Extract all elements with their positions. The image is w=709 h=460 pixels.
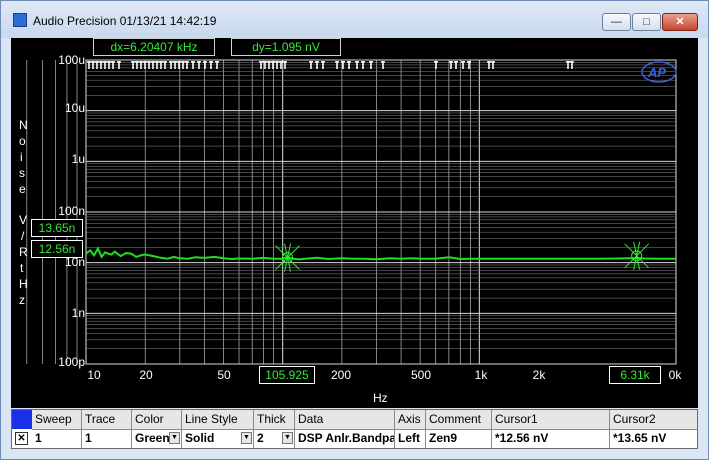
graph-area[interactable]: AP dx=6.20407 kHz dy=1.095 nV N o i s e … bbox=[11, 38, 698, 408]
y-tick-label: 1n bbox=[71, 306, 85, 320]
x-tick-label: 0k bbox=[668, 368, 682, 382]
trace-enable-checkbox[interactable]: ✕ bbox=[15, 432, 28, 445]
x-tick-label: 1k bbox=[474, 368, 488, 382]
minimize-button[interactable]: — bbox=[602, 13, 631, 31]
cell-trace[interactable]: 1 bbox=[82, 430, 132, 448]
y-axis-label-N: N bbox=[19, 118, 28, 132]
cell-axis[interactable]: Left bbox=[395, 430, 426, 448]
header-color[interactable]: Color bbox=[132, 410, 182, 430]
y-axis-label-z: z bbox=[19, 293, 25, 307]
x-axis-label: Hz bbox=[373, 391, 388, 405]
cell-comment[interactable]: Zen9 bbox=[426, 430, 492, 448]
title-bar[interactable]: Audio Precision 01/13/21 14:42:19 — □ ✕ bbox=[1, 1, 708, 38]
cell-cursor2[interactable]: *13.65 nV bbox=[610, 430, 697, 448]
y-axis-label-o: o bbox=[19, 134, 26, 148]
header-color-swatch bbox=[12, 410, 33, 429]
x-tick-label: 200 bbox=[330, 368, 352, 382]
header-axis[interactable]: Axis bbox=[395, 410, 426, 430]
window-title: Audio Precision 01/13/21 14:42:19 bbox=[33, 14, 217, 28]
x-tick-label: 2k bbox=[532, 368, 546, 382]
x-tick-label: 10 bbox=[87, 368, 101, 382]
cursor1-x-readout[interactable]: 105.925 bbox=[259, 366, 315, 384]
minimize-icon: — bbox=[611, 16, 622, 28]
cell-data[interactable]: DSP Anlr.Bandpa bbox=[295, 430, 395, 448]
close-button[interactable]: ✕ bbox=[662, 13, 698, 31]
dx-readout: dx=6.20407 kHz bbox=[93, 38, 215, 56]
cell-line-style-value: Solid bbox=[185, 431, 215, 445]
y-axis-label-s: s bbox=[19, 166, 25, 180]
app-window: Audio Precision 01/13/21 14:42:19 — □ ✕ … bbox=[0, 0, 709, 460]
x-tick-label: 500 bbox=[410, 368, 432, 382]
chevron-down-icon[interactable]: ▼ bbox=[282, 432, 293, 444]
header-cursor2[interactable]: Cursor2 bbox=[610, 410, 697, 430]
cursor1-y-readout[interactable]: 12.56n bbox=[31, 240, 83, 258]
cell-color-dropdown[interactable]: Green ▼ bbox=[132, 430, 182, 448]
ap-logo-text: AP bbox=[647, 65, 666, 80]
cell-color-value: Green bbox=[135, 431, 170, 445]
y-axis-label-H: H bbox=[19, 277, 28, 291]
cell-line-style-dropdown[interactable]: Solid ▼ bbox=[182, 430, 254, 448]
y-axis-label-e: e bbox=[19, 182, 26, 196]
noise-graph[interactable]: AP bbox=[11, 38, 698, 408]
y-axis-label-t: t bbox=[20, 261, 24, 275]
y-axis-label-slash: / bbox=[21, 229, 25, 243]
header-comment[interactable]: Comment bbox=[426, 410, 492, 430]
y-axis-label-R: R bbox=[19, 245, 28, 259]
cell-thick-dropdown[interactable]: 2 ▼ bbox=[254, 430, 295, 448]
x-tick-label: 20 bbox=[139, 368, 153, 382]
cursor2-x-readout[interactable]: 6.31k bbox=[609, 366, 661, 384]
y-tick-label: 100n bbox=[58, 204, 85, 218]
chevron-down-icon[interactable]: ▼ bbox=[241, 432, 252, 444]
y-tick-label: 100p bbox=[58, 355, 85, 369]
cell-cursor1[interactable]: *12.56 nV bbox=[492, 430, 610, 448]
header-sweep[interactable]: Sweep bbox=[32, 410, 82, 430]
maximize-icon: □ bbox=[643, 16, 650, 28]
app-icon bbox=[13, 13, 27, 27]
maximize-button[interactable]: □ bbox=[632, 13, 661, 31]
header-line-style[interactable]: Line Style bbox=[182, 410, 254, 430]
header-thick[interactable]: Thick bbox=[254, 410, 295, 430]
close-icon: ✕ bbox=[675, 16, 685, 28]
y-tick-label: 10u bbox=[64, 101, 85, 115]
trace-table[interactable]: Sweep Trace Color Line Style Thick Data … bbox=[11, 409, 698, 449]
dy-readout: dy=1.095 nV bbox=[231, 38, 341, 56]
cell-thick-value: 2 bbox=[257, 431, 264, 445]
y-tick-label: 100u bbox=[58, 53, 85, 67]
x-tick-label: 50 bbox=[217, 368, 231, 382]
cell-sweep[interactable]: 1 bbox=[32, 430, 82, 448]
header-trace[interactable]: Trace bbox=[82, 410, 132, 430]
cursor2-y-readout[interactable]: 13.65n bbox=[31, 219, 83, 237]
header-cursor1[interactable]: Cursor1 bbox=[492, 410, 610, 430]
y-tick-label: 1u bbox=[71, 152, 85, 166]
y-axis-label-i: i bbox=[20, 150, 23, 164]
chevron-down-icon[interactable]: ▼ bbox=[169, 432, 180, 444]
y-axis-label-V: V bbox=[19, 213, 28, 227]
header-data[interactable]: Data bbox=[295, 410, 395, 430]
